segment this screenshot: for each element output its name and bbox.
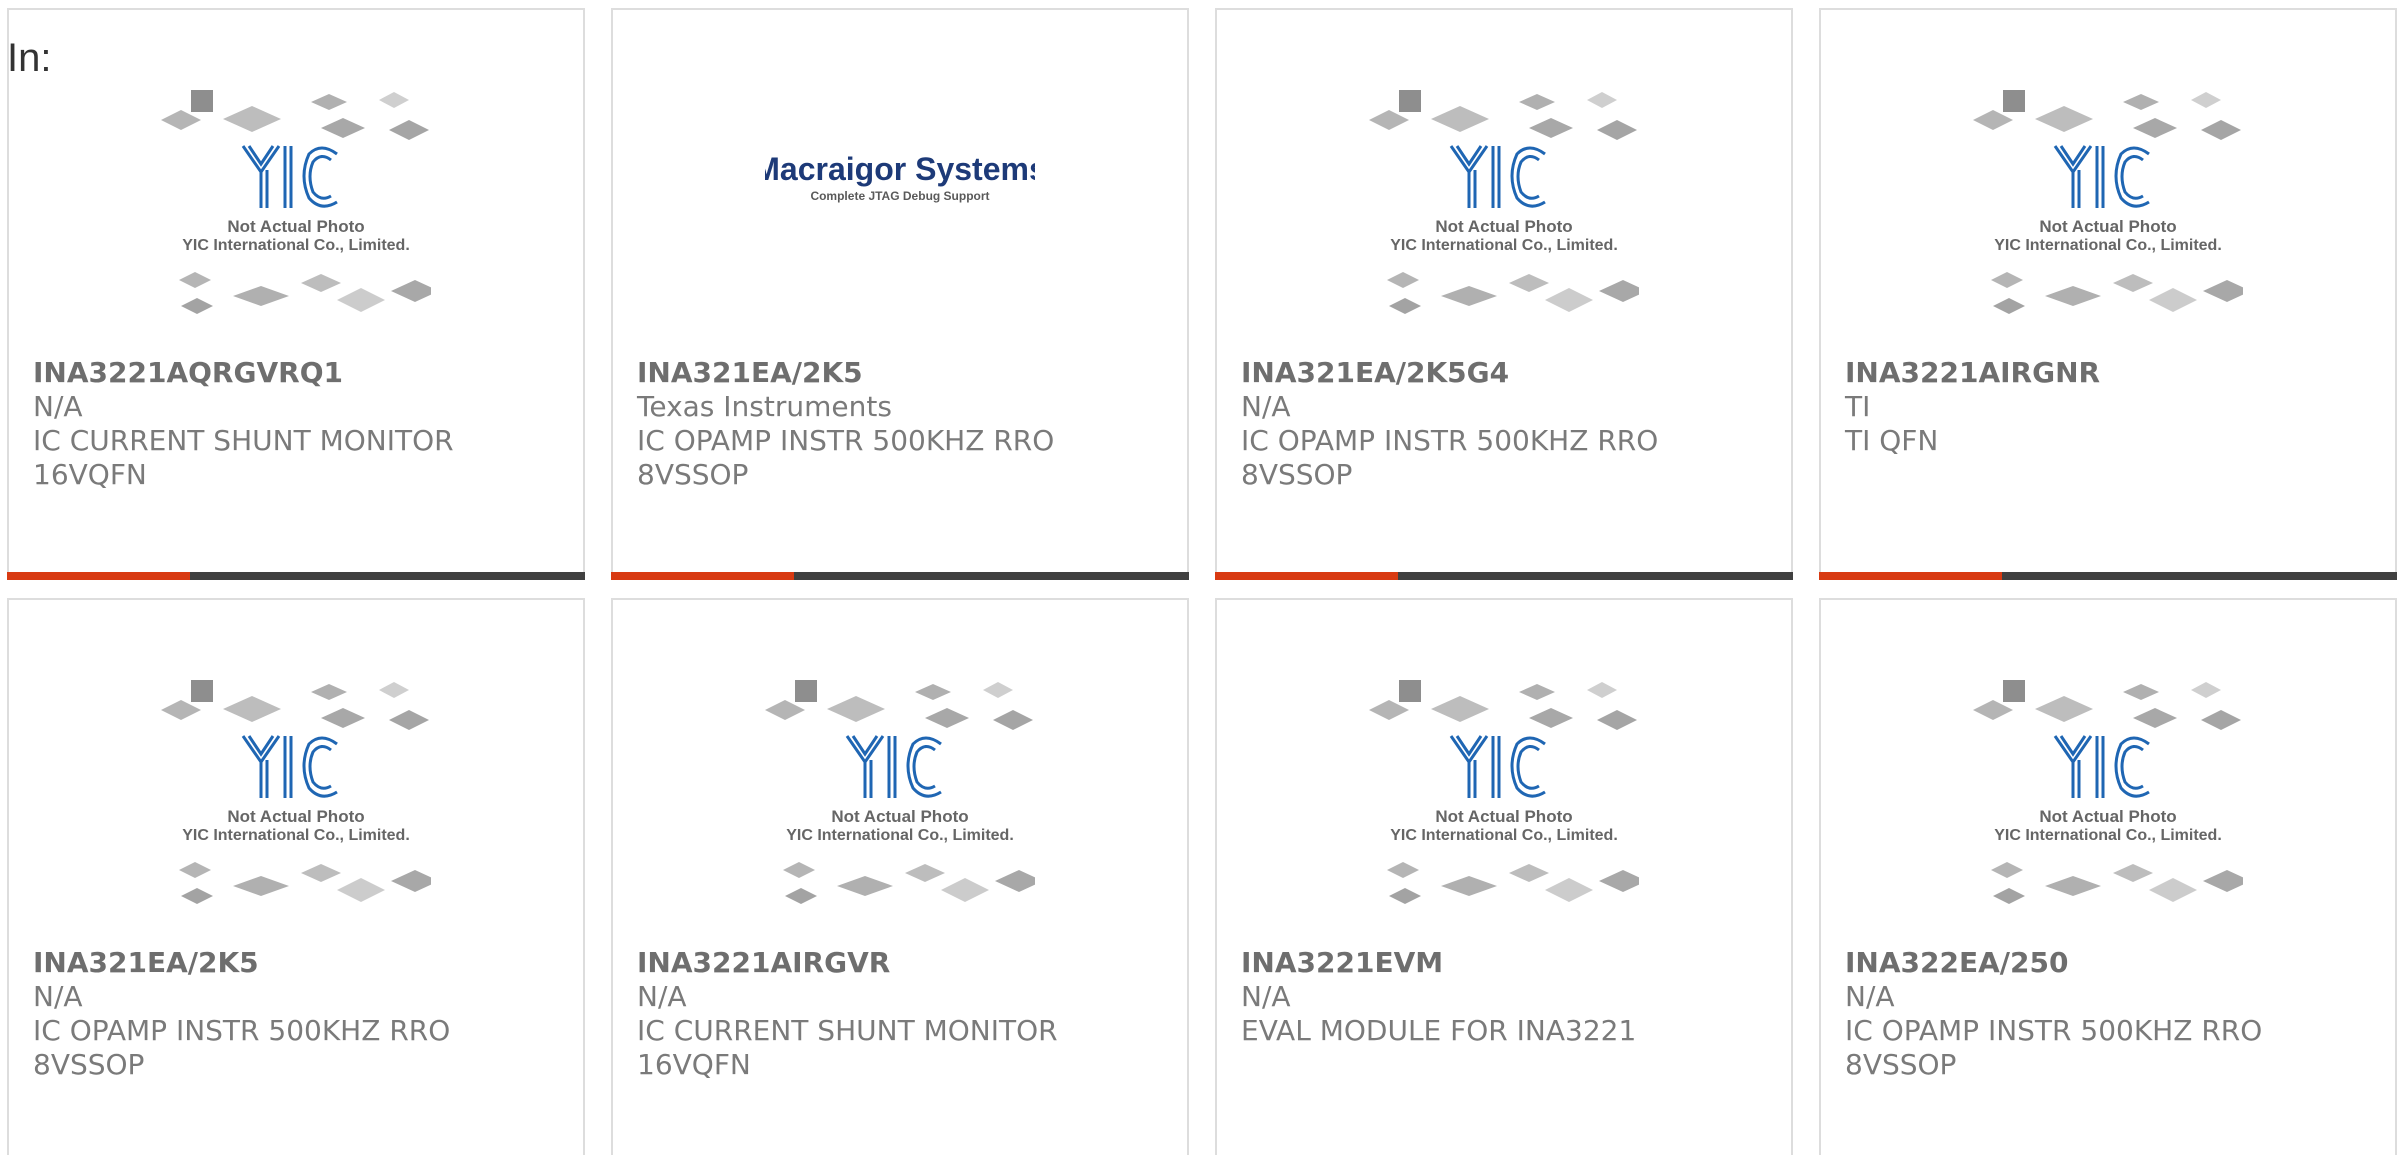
manufacturer: N/A bbox=[637, 980, 687, 1013]
placeholder-caption-line1: Not Actual Photo bbox=[1435, 807, 1572, 826]
brand-logo-line1: Macraigor Systems bbox=[765, 151, 1035, 187]
placeholder-caption-line1: Not Actual Photo bbox=[831, 807, 968, 826]
manufacturer: N/A bbox=[33, 980, 83, 1013]
product-card[interactable]: Not Actual Photo YIC International Co., L… bbox=[7, 598, 585, 1155]
product-info: INA3221EVM N/A EVAL MODULE FOR INA3221 bbox=[1241, 946, 1771, 1048]
manufacturer: TI bbox=[1845, 390, 1871, 423]
part-number[interactable]: INA3221AQRGVRQ1 bbox=[33, 356, 563, 390]
part-number[interactable]: INA321EA/2K5 bbox=[33, 946, 563, 980]
product-card[interactable]: Macraigor Systems Complete JTAG Debug Sup… bbox=[611, 8, 1189, 580]
placeholder-caption-line2: YIC International Co., Limited. bbox=[786, 827, 1014, 844]
card-accent-stripe bbox=[7, 572, 190, 580]
description-line2: 16VQFN bbox=[637, 1048, 751, 1081]
description-line1: IC OPAMP INSTR 500KHZ RRO bbox=[33, 1014, 451, 1047]
description-line1: IC CURRENT SHUNT MONITOR bbox=[637, 1014, 1058, 1047]
placeholder-caption-line2: YIC International Co., Limited. bbox=[182, 237, 410, 254]
placeholder-caption-line2: YIC International Co., Limited. bbox=[182, 827, 410, 844]
placeholder-caption-line2: YIC International Co., Limited. bbox=[1994, 827, 2222, 844]
placeholder-caption-line1: Not Actual Photo bbox=[2039, 807, 2176, 826]
description-line1: TI QFN bbox=[1845, 424, 1939, 457]
manufacturer: N/A bbox=[1845, 980, 1895, 1013]
placeholder-image[interactable]: Not Actual Photo YIC International Co., L… bbox=[1821, 90, 2395, 360]
placeholder-image[interactable]: Not Actual Photo YIC International Co., L… bbox=[1821, 680, 2395, 950]
description-line1: IC CURRENT SHUNT MONITOR bbox=[33, 424, 454, 457]
placeholder-caption-line1: Not Actual Photo bbox=[1435, 217, 1572, 236]
description-line2: 16VQFN bbox=[33, 458, 147, 491]
card-accent-stripe bbox=[1819, 572, 2002, 580]
product-info: INA321EA/2K5G4 N/A IC OPAMP INSTR 500KHZ R… bbox=[1241, 356, 1771, 492]
placeholder-image[interactable]: Not Actual Photo YIC International Co., L… bbox=[1217, 90, 1791, 360]
macraigor-logo[interactable]: Macraigor Systems Complete JTAG Debug Sup… bbox=[613, 90, 1187, 360]
part-number[interactable]: INA321EA/2K5 bbox=[637, 356, 1167, 390]
manufacturer: Texas Instruments bbox=[637, 390, 892, 423]
manufacturer: N/A bbox=[1241, 980, 1291, 1013]
product-info: INA3221AQRGVRQ1 N/A IC CURRENT SHUNT MONIT… bbox=[33, 356, 563, 492]
placeholder-image[interactable]: Not Actual Photo YIC International Co., L… bbox=[1217, 680, 1791, 950]
product-grid-page: In: Not Actual Photo YIC International Co… bbox=[0, 0, 2400, 1155]
product-info: INA321EA/2K5 N/A IC OPAMP INSTR 500KHZ RRO… bbox=[33, 946, 563, 1082]
card-bottom-bar bbox=[1215, 572, 1793, 580]
product-info: INA322EA/250 N/A IC OPAMP INSTR 500KHZ RRO… bbox=[1845, 946, 2375, 1082]
placeholder-image[interactable]: Not Actual Photo YIC International Co., L… bbox=[613, 680, 1187, 950]
part-number[interactable]: INA321EA/2K5G4 bbox=[1241, 356, 1771, 390]
manufacturer: N/A bbox=[1241, 390, 1291, 423]
part-number[interactable]: INA322EA/250 bbox=[1845, 946, 2375, 980]
description-line2: 8VSSOP bbox=[637, 458, 749, 491]
part-number[interactable]: INA3221EVM bbox=[1241, 946, 1771, 980]
card-accent-stripe bbox=[1215, 572, 1398, 580]
placeholder-image[interactable]: Not Actual Photo YIC International Co., L… bbox=[9, 680, 583, 950]
product-card[interactable]: Not Actual Photo YIC International Co., L… bbox=[1215, 598, 1793, 1155]
part-number[interactable]: INA3221AIRGVR bbox=[637, 946, 1167, 980]
description-line1: IC OPAMP INSTR 500KHZ RRO bbox=[1241, 424, 1659, 457]
placeholder-caption-line1: Not Actual Photo bbox=[2039, 217, 2176, 236]
manufacturer: N/A bbox=[33, 390, 83, 423]
description-line2: 8VSSOP bbox=[1241, 458, 1353, 491]
part-number[interactable]: INA3221AIRGNR bbox=[1845, 356, 2375, 390]
placeholder-caption-line1: Not Actual Photo bbox=[227, 807, 364, 826]
description-line2: 8VSSOP bbox=[1845, 1048, 1957, 1081]
description-line2: 8VSSOP bbox=[33, 1048, 145, 1081]
product-card[interactable]: Not Actual Photo YIC International Co., L… bbox=[7, 8, 585, 580]
brand-logo-line2: Complete JTAG Debug Support bbox=[810, 189, 989, 203]
card-bottom-bar bbox=[7, 572, 585, 580]
card-bottom-bar bbox=[1819, 572, 2397, 580]
description-line1: IC OPAMP INSTR 500KHZ RRO bbox=[637, 424, 1055, 457]
product-info: INA321EA/2K5 Texas Instruments IC OPAMP IN… bbox=[637, 356, 1167, 492]
placeholder-caption-line1: Not Actual Photo bbox=[227, 217, 364, 236]
product-card[interactable]: Not Actual Photo YIC International Co., L… bbox=[1819, 8, 2397, 580]
filter-heading: In: bbox=[7, 36, 52, 80]
placeholder-caption-line2: YIC International Co., Limited. bbox=[1390, 237, 1618, 254]
product-card[interactable]: Not Actual Photo YIC International Co., L… bbox=[1215, 8, 1793, 580]
product-info: INA3221AIRGVR N/A IC CURRENT SHUNT MONITOR… bbox=[637, 946, 1167, 1082]
placeholder-image[interactable]: Not Actual Photo YIC International Co., L… bbox=[9, 90, 583, 360]
description-line1: IC OPAMP INSTR 500KHZ RRO bbox=[1845, 1014, 2263, 1047]
card-accent-stripe bbox=[611, 572, 794, 580]
description-line1: EVAL MODULE FOR INA3221 bbox=[1241, 1014, 1637, 1047]
product-card[interactable]: Not Actual Photo YIC International Co., L… bbox=[1819, 598, 2397, 1155]
placeholder-caption-line2: YIC International Co., Limited. bbox=[1994, 237, 2222, 254]
product-info: INA3221AIRGNR TI TI QFN bbox=[1845, 356, 2375, 458]
placeholder-caption-line2: YIC International Co., Limited. bbox=[1390, 827, 1618, 844]
card-bottom-bar bbox=[611, 572, 1189, 580]
product-card[interactable]: Not Actual Photo YIC International Co., L… bbox=[611, 598, 1189, 1155]
